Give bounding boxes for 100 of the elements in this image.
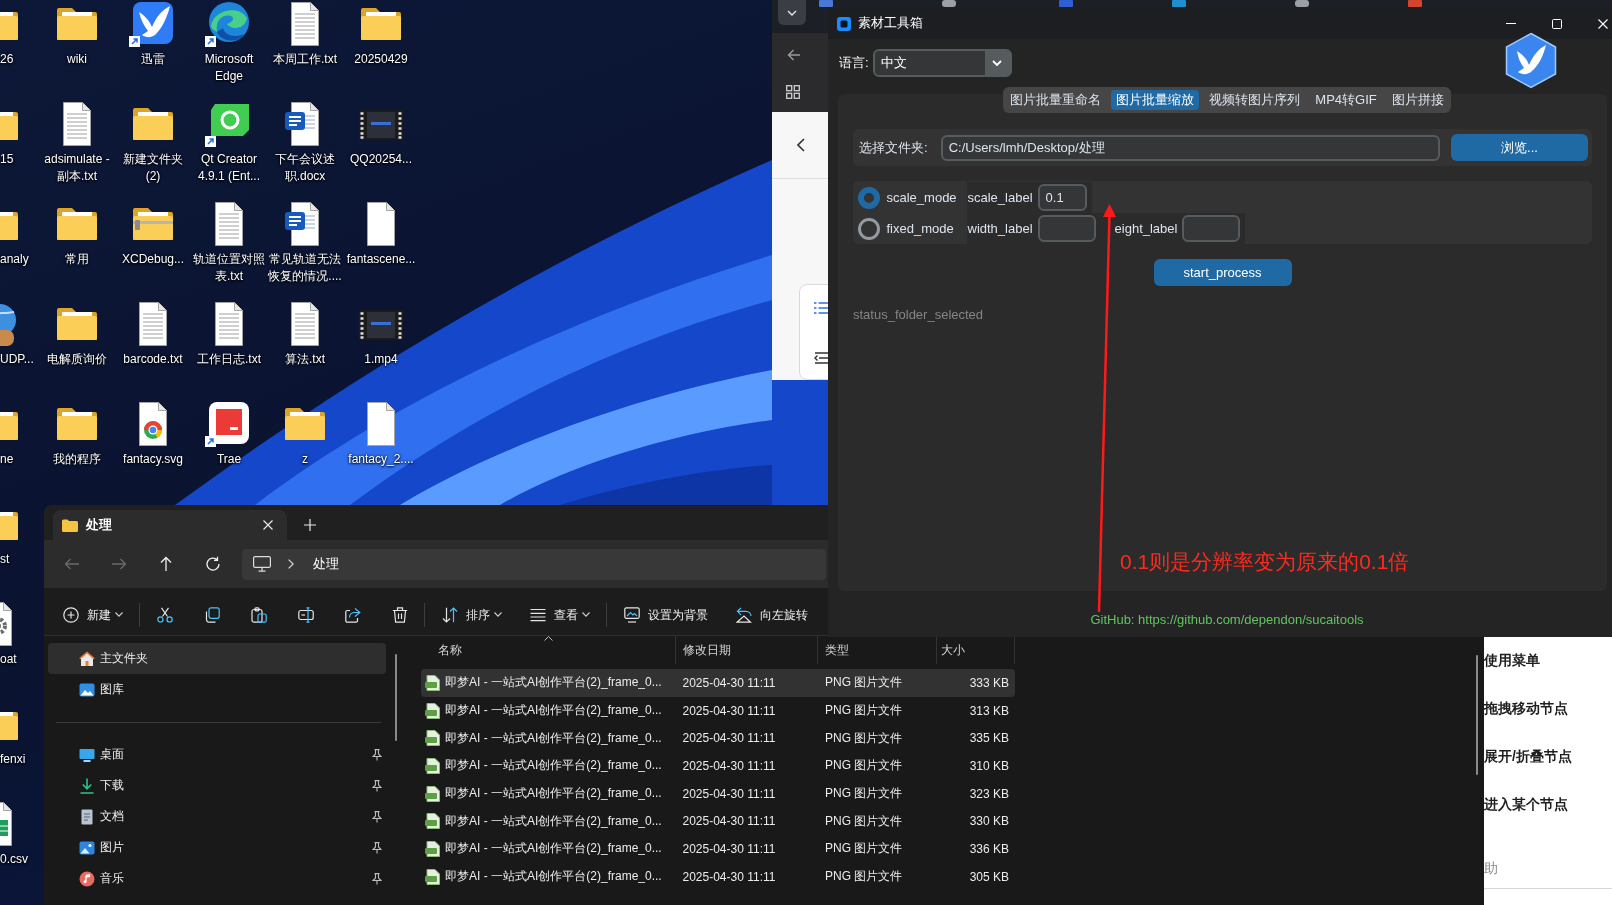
tab-list-button[interactable] [778,0,806,25]
column-header[interactable]: 名称 [421,636,676,664]
rotate-left-button[interactable]: 向左旋转 [735,606,808,623]
desktop-item[interactable]: fantacy.svg [115,400,191,468]
maximize-icon[interactable] [1552,18,1562,29]
desktop-item[interactable]: Qt Creator 4.9.1 (Ent... [191,100,267,185]
sort-button[interactable]: 排序 [441,606,502,623]
copy-icon[interactable] [203,606,220,623]
file-row[interactable]: 即梦AI - 一站式AI创作平台(2)_frame_0... 2025-04-30 11:11 PNG 图片文件 305 KB [421,862,1015,891]
sidebar-item[interactable]: 图片 [47,832,386,863]
desktop-item[interactable]: 下午会议述职.docx [267,100,343,185]
sidebar-item[interactable]: 下载 [47,770,386,801]
desktop-item[interactable]: oat [0,600,39,668]
scrollbar[interactable] [1476,655,1478,775]
address-bar[interactable]: 处理 [242,548,826,580]
tab[interactable]: 图片批量缩放 [1111,90,1200,110]
set-background-button[interactable]: 设置为背景 [623,606,708,623]
sidebar-item[interactable]: 主文件夹 [47,643,386,674]
desktop-item[interactable]: z [267,400,343,468]
desktop-item[interactable]: ne [0,400,39,468]
desktop-item[interactable]: 工作日志.txt [191,300,267,368]
file-row[interactable]: 即梦AI - 一站式AI创作平台(2)_frame_0... 2025-04-30 11:11 PNG 图片文件 335 KB [421,724,1015,753]
desktop-item[interactable]: Microsoft Edge [191,0,267,85]
tab[interactable]: 视频转图片序列 [1204,90,1306,110]
desktop-item[interactable]: analy [0,200,39,268]
share-icon[interactable] [344,606,361,623]
tab[interactable]: 图片拼接 [1386,90,1449,110]
up-arrow-icon[interactable] [158,556,174,572]
desktop-item[interactable]: XCDebug... [115,200,191,268]
pin-icon[interactable] [371,841,382,854]
desktop-item[interactable]: UDP... [0,300,39,368]
desktop-item[interactable]: barcode.txt [115,300,191,368]
rename-icon[interactable] [297,606,314,623]
browse-button[interactable]: 浏览... [1451,134,1588,161]
column-header[interactable]: 修改日期 [676,636,818,664]
clipboard-icon[interactable] [250,606,267,623]
new-button[interactable]: 新建 [62,606,123,623]
desktop-item[interactable]: st [0,500,39,568]
grid-icon[interactable] [786,85,800,99]
favicon-icon[interactable] [942,0,956,7]
pin-icon[interactable] [371,872,382,885]
desktop-item[interactable]: 算法.txt [267,300,343,368]
trash-icon[interactable] [391,606,408,623]
scrollbar[interactable] [395,654,397,741]
desktop-item[interactable]: 电解质询价 [39,300,115,368]
desktop-item[interactable]: 15 [0,100,39,168]
pin-icon[interactable] [371,779,382,792]
desktop-item[interactable]: 26 [0,0,39,68]
sidebar-item[interactable]: 文档 [47,801,386,832]
scissors-icon[interactable] [156,606,173,623]
desktop-item[interactable]: 轨道位置对照表.txt [191,200,267,285]
radio-button[interactable] [858,217,880,240]
desktop-item[interactable]: 0.csv [0,800,39,868]
start-button[interactable]: start_process [1153,259,1292,286]
folder-tab[interactable]: 处理 [53,510,287,540]
sidebar-item[interactable]: 桌面 [47,739,386,770]
pin-icon[interactable] [371,748,382,761]
sidebar-item[interactable]: 音乐 [47,863,386,894]
desktop-item[interactable]: QQ20254... [343,100,419,168]
desktop-item[interactable]: 迅雷 [115,0,191,68]
desktop-item[interactable]: fenxi [0,700,39,768]
github-link[interactable]: GitHub: https://github.com/dependon/sucaitools [1090,612,1364,627]
refresh-icon[interactable] [205,556,221,572]
back-arrow-icon[interactable] [787,48,801,62]
desktop-item[interactable]: 常用 [39,200,115,268]
chevron-left-icon[interactable] [797,138,805,152]
breadcrumb-item[interactable]: 处理 [313,555,339,573]
number-input[interactable]: 0.1 [1037,184,1087,211]
number-input[interactable] [1037,215,1096,242]
number-input[interactable] [1182,215,1241,242]
tab[interactable]: MP4转GIF [1310,90,1382,110]
desktop-item[interactable]: fantascene... [343,200,419,268]
radio-button[interactable] [858,186,880,209]
desktop-item[interactable]: 我的程序 [39,400,115,468]
tab[interactable]: 图片批量重命名 [1005,90,1107,110]
desktop-item[interactable]: adsimulate - 副本.txt [39,100,115,185]
file-row[interactable]: 即梦AI - 一站式AI创作平台(2)_frame_0... 2025-04-30 11:11 PNG 图片文件 333 KB [421,669,1015,697]
file-row[interactable]: 即梦AI - 一站式AI创作平台(2)_frame_0... 2025-04-30 11:11 PNG 图片文件 330 KB [421,807,1015,836]
desktop-item[interactable]: 本周工作.txt [267,0,343,68]
file-type: PNG 图片文件 [825,703,903,718]
file-row[interactable]: 即梦AI - 一站式AI创作平台(2)_frame_0... 2025-04-30 11:11 PNG 图片文件 310 KB [421,752,1015,780]
desktop-item[interactable]: fantacy_2.... [343,400,419,468]
outdent-icon[interactable] [814,352,828,364]
desktop-item[interactable]: wiki [39,0,115,68]
list-icon[interactable] [814,302,828,314]
view-button[interactable]: 查看 [529,606,590,623]
file-row[interactable]: 即梦AI - 一站式AI创作平台(2)_frame_0... 2025-04-30 11:11 PNG 图片文件 336 KB [421,835,1015,863]
desktop-item[interactable]: 新建文件夹 (2) [115,100,191,185]
pin-icon[interactable] [371,810,382,823]
file-row[interactable]: 即梦AI - 一站式AI创作平台(2)_frame_0... 2025-04-30 11:11 PNG 图片文件 323 KB [421,779,1015,808]
desktop-item[interactable]: 常见轨道无法恢复的情况.... [267,200,343,285]
desktop-item[interactable]: 20250429 [343,0,419,68]
folder-path-input[interactable]: C:/Users/lmh/Desktop/处理 [940,134,1440,161]
language-dropdown[interactable]: 中文 [872,49,1012,77]
file-row[interactable]: 即梦AI - 一站式AI创作平台(2)_frame_0... 2025-04-30 11:11 PNG 图片文件 313 KB [421,696,1015,725]
close-icon[interactable] [263,520,273,530]
desktop-item[interactable]: Trae [191,400,267,468]
plus-icon[interactable] [304,519,316,531]
favicon-icon[interactable] [1295,0,1309,7]
sidebar-item[interactable]: 图库 [47,674,386,705]
